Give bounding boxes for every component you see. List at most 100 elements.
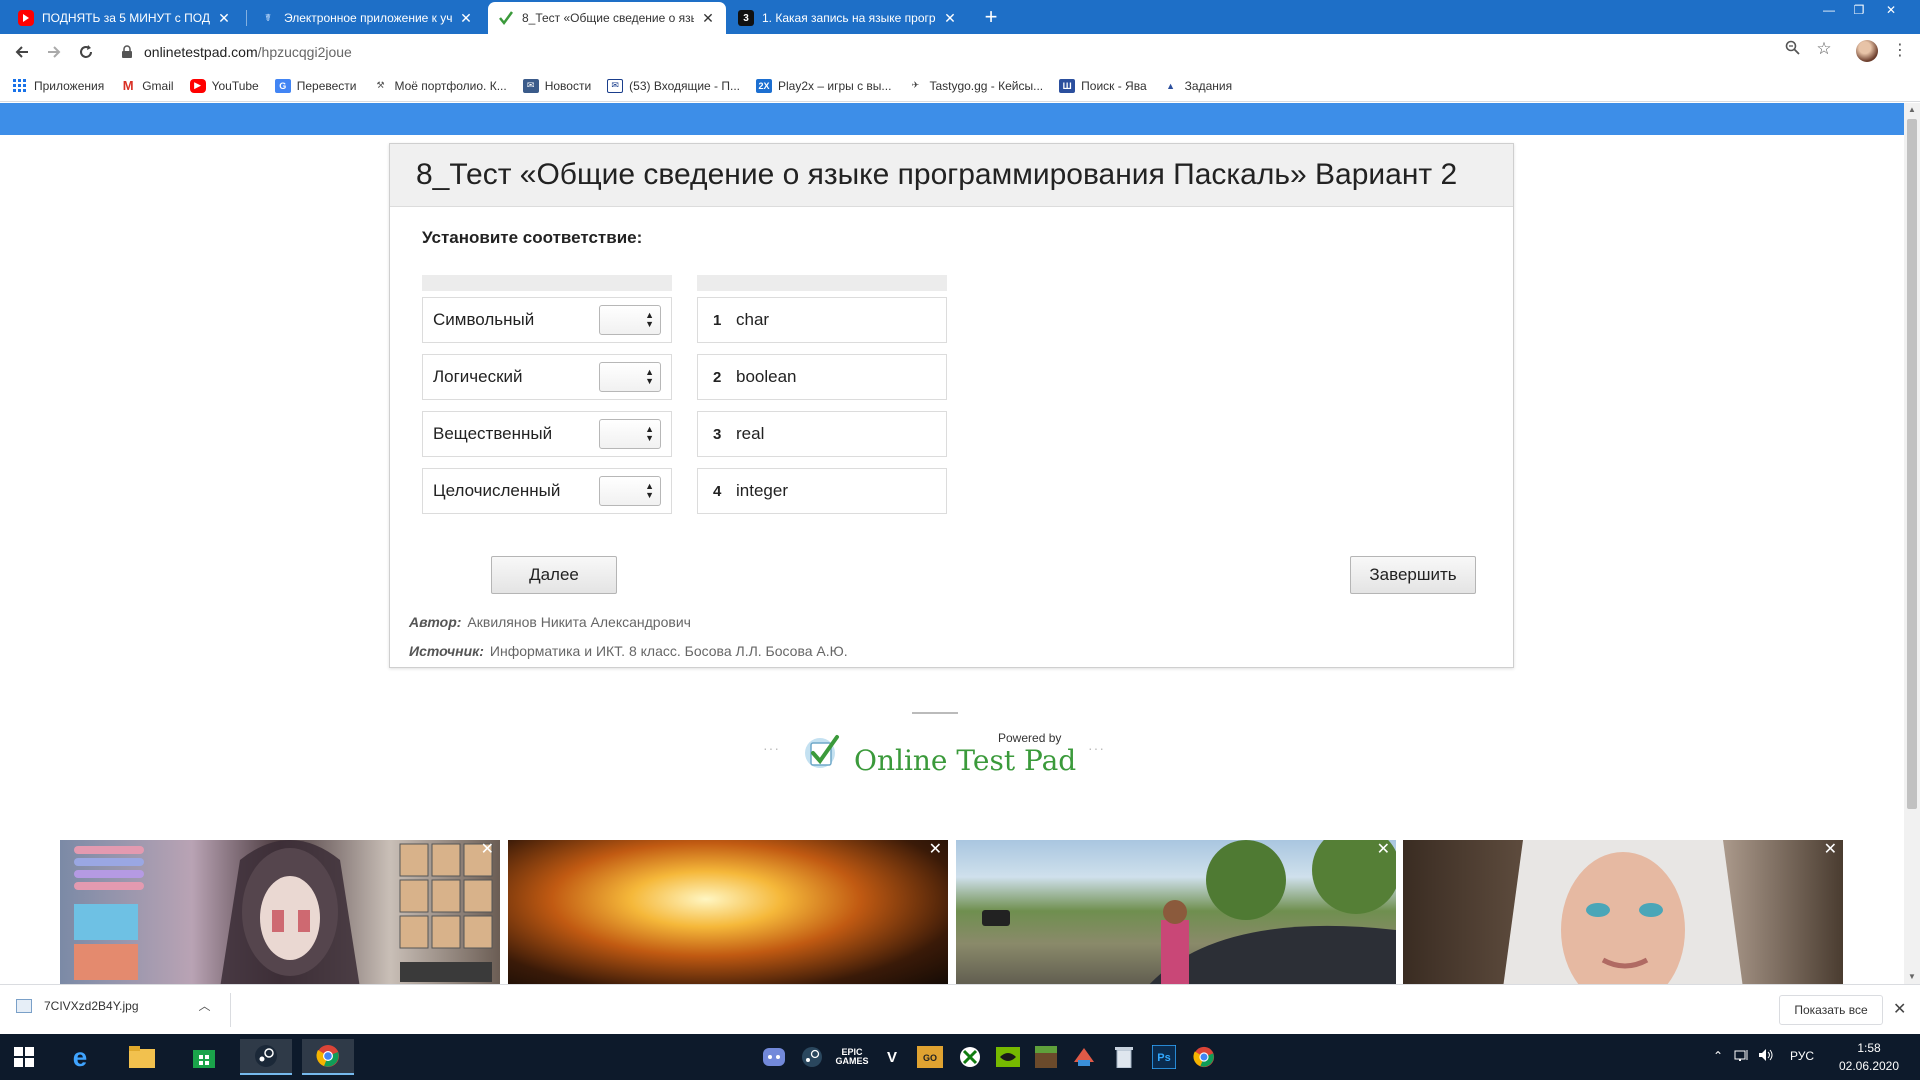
close-tab-icon[interactable]: ✕	[700, 10, 716, 26]
gta-icon[interactable]: V	[876, 1041, 908, 1073]
browser-toolbar: onlinetestpad.com/hpzucqgi2joue ☆ ⋮	[0, 34, 1920, 70]
close-tab-icon[interactable]: ✕	[216, 10, 232, 26]
steam-icon[interactable]	[796, 1041, 828, 1073]
ad-banner-explosion[interactable]: ✕	[508, 840, 948, 984]
ad-image	[74, 840, 493, 984]
tasks-icon: ▲	[1166, 80, 1176, 91]
close-window-button[interactable]: ✕	[1876, 0, 1906, 24]
csgo-icon[interactable]: GO	[914, 1041, 946, 1073]
bookmark-tastygo[interactable]: ✈ Tastygo.gg - Кейсы...	[907, 79, 1043, 93]
close-tab-icon[interactable]: ✕	[942, 10, 958, 26]
ad-banner-character-creator[interactable]: ✕	[60, 840, 500, 984]
tray-chevron-icon[interactable]: ⌃	[1710, 1048, 1726, 1064]
browser-menu-icon[interactable]: ⋮	[1892, 40, 1908, 62]
tab-test-active[interactable]: 8_Тест «Общие сведение о язы ✕	[488, 2, 726, 34]
photoshop-icon[interactable]: Ps	[1148, 1041, 1180, 1073]
store-icon[interactable]	[188, 1041, 220, 1073]
bookmark-star-icon[interactable]: ☆	[1815, 40, 1833, 58]
internet-explorer-icon[interactable]: e	[64, 1041, 96, 1073]
match-number: 4	[713, 482, 722, 500]
file-explorer-icon[interactable]	[126, 1041, 158, 1073]
system-clock[interactable]: 1:58 02.06.2020	[1830, 1039, 1908, 1075]
bookmark-play2x[interactable]: 2X Play2x – игры с вы...	[756, 78, 891, 93]
epic-games-icon[interactable]: EPIC GAMES	[836, 1041, 869, 1073]
chevron-up-icon[interactable]: ︿	[199, 997, 211, 1014]
url-domain: onlinetestpad.com	[144, 44, 258, 60]
recycle-bin-icon[interactable]	[1108, 1041, 1140, 1073]
footer-dots-right: ···	[1088, 740, 1105, 756]
scroll-down-icon[interactable]: ▼	[1904, 970, 1920, 984]
forward-button[interactable]	[42, 40, 66, 64]
profile-avatar[interactable]	[1856, 40, 1878, 62]
reload-icon	[80, 45, 92, 58]
reload-button[interactable]	[74, 40, 98, 64]
xbox-icon[interactable]	[954, 1041, 986, 1073]
bookmark-gmail[interactable]: M Gmail	[120, 78, 174, 93]
close-ad-icon[interactable]: ✕	[481, 842, 494, 858]
brand-link[interactable]: Online Test Pad	[854, 744, 1076, 777]
nvidia-icon[interactable]	[992, 1041, 1024, 1073]
bookmark-youtube[interactable]: ▶ YouTube	[189, 78, 259, 93]
news-icon: ✉	[522, 78, 539, 93]
match-select[interactable]: ▲ ▼	[599, 419, 661, 449]
bookmark-search-yava[interactable]: Ш Поиск - Ява	[1059, 78, 1147, 93]
match-number: 1	[713, 311, 722, 329]
close-ad-icon[interactable]: ✕	[1824, 842, 1837, 858]
zoom-icon[interactable]	[1784, 40, 1802, 58]
match-select[interactable]: ▲ ▼	[599, 362, 661, 392]
tab-youtube-video[interactable]: ПОДНЯТЬ за 5 МИНУТ с ПОДП ✕	[8, 2, 242, 34]
windows-start-icon[interactable]	[8, 1041, 40, 1073]
close-ad-icon[interactable]: ✕	[1377, 842, 1390, 858]
scroll-up-icon[interactable]: ▲	[1904, 103, 1920, 117]
match-select[interactable]: ▲ ▼	[599, 476, 661, 506]
url-path: /hpzucqgi2joue	[257, 44, 352, 60]
scrollbar-thumb[interactable]	[1907, 119, 1917, 809]
match-row-right: 1 char	[697, 297, 947, 343]
page-scrollbar[interactable]: ▲ ▼	[1904, 103, 1920, 984]
bookmark-tasks[interactable]: ▲ Задания	[1163, 79, 1232, 93]
language-indicator[interactable]: РУС	[1790, 1049, 1814, 1063]
bookmark-label: Моё портфолио. К...	[394, 78, 507, 93]
bookmark-portfolio[interactable]: ⚒ Моё портфолио. К...	[372, 79, 506, 93]
utility-app-icon[interactable]	[1068, 1041, 1100, 1073]
bookmark-apps[interactable]: Приложения	[12, 78, 104, 93]
tab-electronic-app[interactable]: ☤ Электронное приложение к уче ✕	[250, 2, 484, 34]
back-button[interactable]	[10, 40, 34, 64]
volume-icon[interactable]	[1758, 1048, 1774, 1064]
url-text: onlinetestpad.com/hpzucqgi2joue	[144, 44, 352, 60]
address-bar[interactable]: onlinetestpad.com/hpzucqgi2joue	[112, 38, 1822, 66]
apps-grid-icon	[12, 78, 28, 93]
footer-divider	[912, 712, 958, 714]
site-header-bar	[0, 103, 1904, 135]
new-tab-button[interactable]: +	[978, 4, 1004, 30]
bookmark-inbox[interactable]: ✉ (53) Входящие - П...	[607, 78, 740, 93]
tab-question[interactable]: 3 1. Какая запись на языке прогр ✕	[728, 2, 968, 34]
ad-image	[1503, 840, 1743, 984]
network-icon[interactable]	[1734, 1048, 1750, 1064]
close-tab-icon[interactable]: ✕	[458, 10, 474, 26]
show-all-downloads-button[interactable]: Показать все	[1779, 995, 1883, 1025]
translate-icon: G	[274, 78, 291, 93]
minimize-window-button[interactable]: —	[1814, 0, 1844, 24]
chrome-taskbar-icon[interactable]	[302, 1039, 354, 1075]
close-shelf-icon[interactable]: ✕	[1893, 999, 1906, 1019]
close-ad-icon[interactable]: ✕	[929, 842, 942, 858]
download-filename: 7CIVXzd2B4Y.jpg	[44, 998, 139, 1013]
bookmark-translate[interactable]: G Перевести	[274, 78, 356, 93]
discord-icon[interactable]	[758, 1041, 790, 1073]
download-item[interactable]: 7CIVXzd2B4Y.jpg ︿	[16, 997, 211, 1014]
restore-window-button[interactable]: ❐	[1844, 0, 1874, 24]
match-row-left: Символьный ▲ ▼	[422, 297, 672, 343]
finish-button[interactable]: Завершить	[1350, 556, 1476, 594]
next-button[interactable]: Далее	[491, 556, 617, 594]
steam-taskbar-icon[interactable]	[240, 1039, 292, 1075]
minecraft-icon[interactable]	[1030, 1041, 1062, 1073]
powered-by-label: Powered by	[998, 731, 1062, 745]
mail-icon: ✉	[607, 78, 624, 93]
bookmarks-bar: Приложения M Gmail ▶ YouTube G Перевести…	[0, 70, 1920, 102]
bookmark-news[interactable]: ✉ Новости	[522, 78, 591, 93]
ad-banner-character-portrait[interactable]: ✕	[1403, 840, 1843, 984]
ad-banner-game-scene[interactable]: ✕	[956, 840, 1396, 984]
match-select[interactable]: ▲ ▼	[599, 305, 661, 335]
chrome-icon[interactable]	[1188, 1041, 1220, 1073]
